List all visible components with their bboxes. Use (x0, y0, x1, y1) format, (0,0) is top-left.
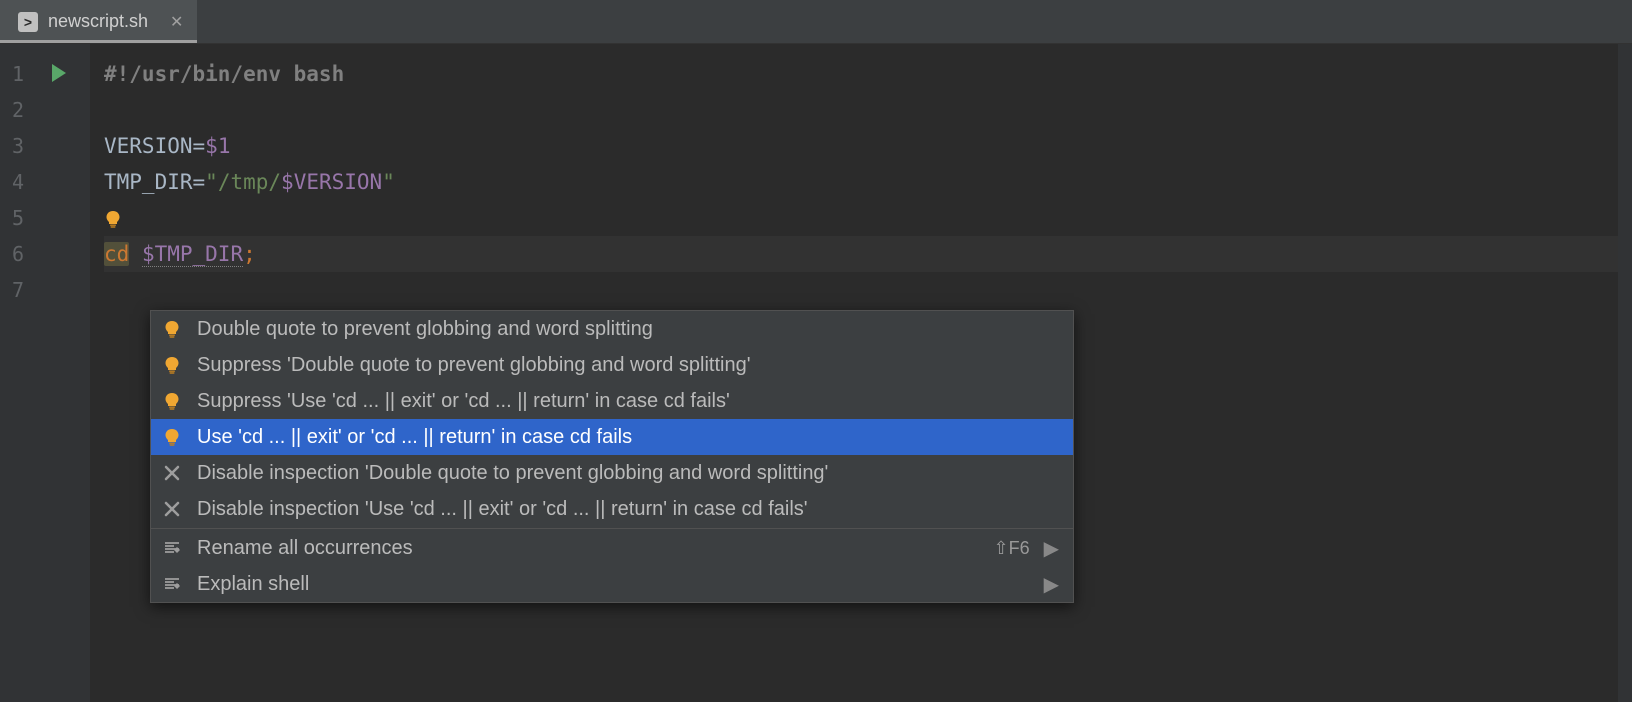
code-line: #!/usr/bin/env bash (104, 56, 1632, 92)
error-stripe[interactable] (1618, 44, 1632, 702)
code-line (104, 272, 1632, 308)
rename-icon (161, 575, 183, 593)
intention-label: Disable inspection 'Use 'cd ... || exit'… (197, 498, 808, 521)
intention-label: Use 'cd ... || exit' or 'cd ... || retur… (197, 426, 632, 449)
rename-icon (161, 539, 183, 557)
tab-label: newscript.sh (48, 11, 148, 32)
intention-item[interactable]: Suppress 'Use 'cd ... || exit' or 'cd ..… (151, 383, 1073, 419)
lightbulb-icon (161, 356, 183, 375)
intention-item[interactable]: Disable inspection 'Double quote to prev… (151, 455, 1073, 491)
editor[interactable]: 1 2 3 4 5 6 7 #!/usr/bin/env bash VERSIO… (0, 44, 1632, 702)
gutter: 1 2 3 4 5 6 7 (0, 44, 90, 702)
code-line: cd $TMP_DIR; (104, 236, 1632, 272)
intention-label: Explain shell (197, 573, 309, 596)
intention-label: Disable inspection 'Double quote to prev… (197, 462, 828, 485)
intention-item[interactable]: Suppress 'Double quote to prevent globbi… (151, 347, 1073, 383)
intention-label: Double quote to prevent globbing and wor… (197, 318, 653, 341)
shell-file-icon: > (18, 12, 38, 32)
close-tab-icon[interactable]: ✕ (170, 12, 183, 32)
disable-icon (161, 500, 183, 518)
intention-item[interactable]: Disable inspection 'Use 'cd ... || exit'… (151, 491, 1073, 527)
warning-token: cd (104, 242, 129, 266)
warning-underline: $TMP_DIR (142, 242, 243, 267)
lightbulb-icon (161, 392, 183, 411)
intention-item[interactable]: Double quote to prevent globbing and wor… (151, 311, 1073, 347)
submenu-arrow-icon: ▶ (1044, 572, 1059, 597)
run-gutter-icon[interactable] (50, 64, 68, 82)
code-line (104, 92, 1632, 128)
intention-popup: Double quote to prevent globbing and wor… (150, 310, 1074, 603)
code-line (104, 200, 1632, 236)
popup-separator (151, 528, 1073, 529)
line-number: 1 (12, 62, 24, 86)
intention-label: Suppress 'Double quote to prevent globbi… (197, 354, 751, 377)
tab-bar: > newscript.sh ✕ (0, 0, 1632, 44)
intention-explain-shell[interactable]: Explain shell ▶ (151, 566, 1073, 602)
line-number: 5 (12, 206, 24, 230)
intention-label: Suppress 'Use 'cd ... || exit' or 'cd ..… (197, 390, 730, 413)
lightbulb-icon (161, 320, 183, 339)
line-number: 6 (12, 242, 24, 266)
line-number: 7 (12, 278, 24, 302)
intention-label: Rename all occurrences (197, 537, 413, 560)
intention-rename[interactable]: Rename all occurrences ⇧F6 ▶ (151, 530, 1073, 566)
submenu-arrow-icon: ▶ (1044, 536, 1059, 561)
line-number: 3 (12, 134, 24, 158)
lightbulb-icon (161, 428, 183, 447)
line-number: 2 (12, 98, 24, 122)
code-line: TMP_DIR="/tmp/$VERSION" (104, 164, 1632, 200)
shortcut-label: ⇧F6 (994, 538, 1030, 559)
disable-icon (161, 464, 183, 482)
intention-bulb-icon[interactable] (104, 210, 122, 229)
tab-newscript[interactable]: > newscript.sh ✕ (0, 0, 197, 43)
code-line: VERSION=$1 (104, 128, 1632, 164)
intention-item-selected[interactable]: Use 'cd ... || exit' or 'cd ... || retur… (151, 419, 1073, 455)
line-number: 4 (12, 170, 24, 194)
